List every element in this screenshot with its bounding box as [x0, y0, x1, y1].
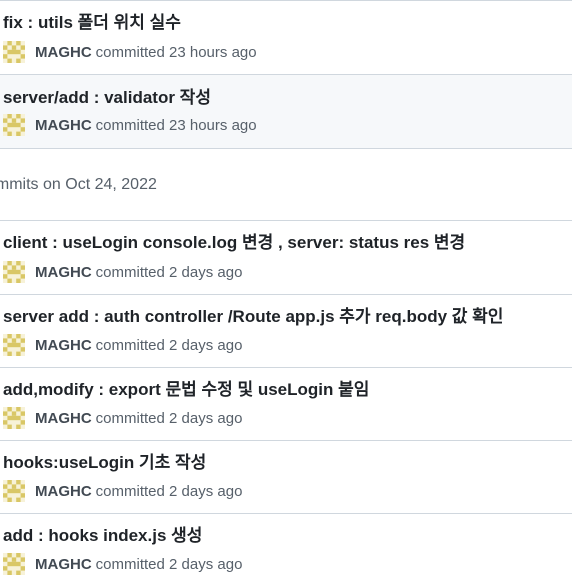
commit-meta: MAGHC committed 2 days ago [3, 553, 242, 575]
avatar[interactable] [3, 407, 25, 429]
commit-meta: MAGHC committed 2 days ago [3, 334, 242, 356]
commits-date-heading: ommits on Oct 24, 2022 [0, 176, 157, 193]
avatar[interactable] [3, 114, 25, 136]
author-link[interactable]: MAGHC [35, 556, 92, 573]
commit-meta: MAGHC committed 2 days ago [3, 407, 242, 429]
commit-message-link[interactable]: server add : auth controller /Route app.… [3, 307, 503, 327]
author-link[interactable]: MAGHC [35, 264, 92, 281]
avatar[interactable] [3, 261, 25, 283]
commit-time: committed 23 hours ago [95, 43, 257, 61]
commit-message-link[interactable]: server/add : validator 작성 [3, 88, 211, 108]
commit-time: committed 2 days ago [95, 263, 243, 281]
commit-row[interactable]: hooks:useLogin 기초 작성 MAGHC committed 2 d… [0, 441, 572, 514]
commit-meta: MAGHC committed 2 days ago [3, 480, 242, 502]
commit-time: committed 23 hours ago [95, 116, 257, 134]
commit-message-link[interactable]: add,modify : export 문법 수정 및 useLogin 붙임 [3, 380, 369, 400]
commit-time: committed 2 days ago [95, 409, 243, 427]
commit-row[interactable]: fix : utils 폴더 위치 실수 MAGHC committed 23 … [0, 1, 572, 75]
avatar[interactable] [3, 553, 25, 575]
commit-meta: MAGHC committed 23 hours ago [3, 41, 257, 63]
avatar[interactable] [3, 41, 25, 63]
author-link[interactable]: MAGHC [35, 337, 92, 354]
commit-time: committed 2 days ago [95, 555, 243, 573]
avatar[interactable] [3, 334, 25, 356]
commit-message-link[interactable]: client : useLogin console.log 변경 , serve… [3, 233, 465, 253]
commit-row[interactable]: client : useLogin console.log 변경 , serve… [0, 221, 572, 295]
author-link[interactable]: MAGHC [35, 483, 92, 500]
commit-message-link[interactable]: fix : utils 폴더 위치 실수 [3, 13, 181, 33]
avatar[interactable] [3, 480, 25, 502]
commit-row[interactable]: server add : auth controller /Route app.… [0, 295, 572, 368]
commit-meta: MAGHC committed 23 hours ago [3, 114, 257, 136]
author-link[interactable]: MAGHC [35, 44, 92, 61]
commit-time: committed 2 days ago [95, 482, 243, 500]
commit-time: committed 2 days ago [95, 336, 243, 354]
author-link[interactable]: MAGHC [35, 117, 92, 134]
commit-meta: MAGHC committed 2 days ago [3, 261, 242, 283]
commit-row[interactable]: add : hooks index.js 생성 MAGHC committed … [0, 514, 572, 580]
author-link[interactable]: MAGHC [35, 410, 92, 427]
commit-message-link[interactable]: hooks:useLogin 기초 작성 [3, 453, 206, 473]
commit-row[interactable]: add,modify : export 문법 수정 및 useLogin 붙임 … [0, 368, 572, 441]
commit-message-link[interactable]: add : hooks index.js 생성 [3, 526, 202, 546]
commit-row[interactable]: server/add : validator 작성 MAGHC committe… [0, 75, 572, 148]
